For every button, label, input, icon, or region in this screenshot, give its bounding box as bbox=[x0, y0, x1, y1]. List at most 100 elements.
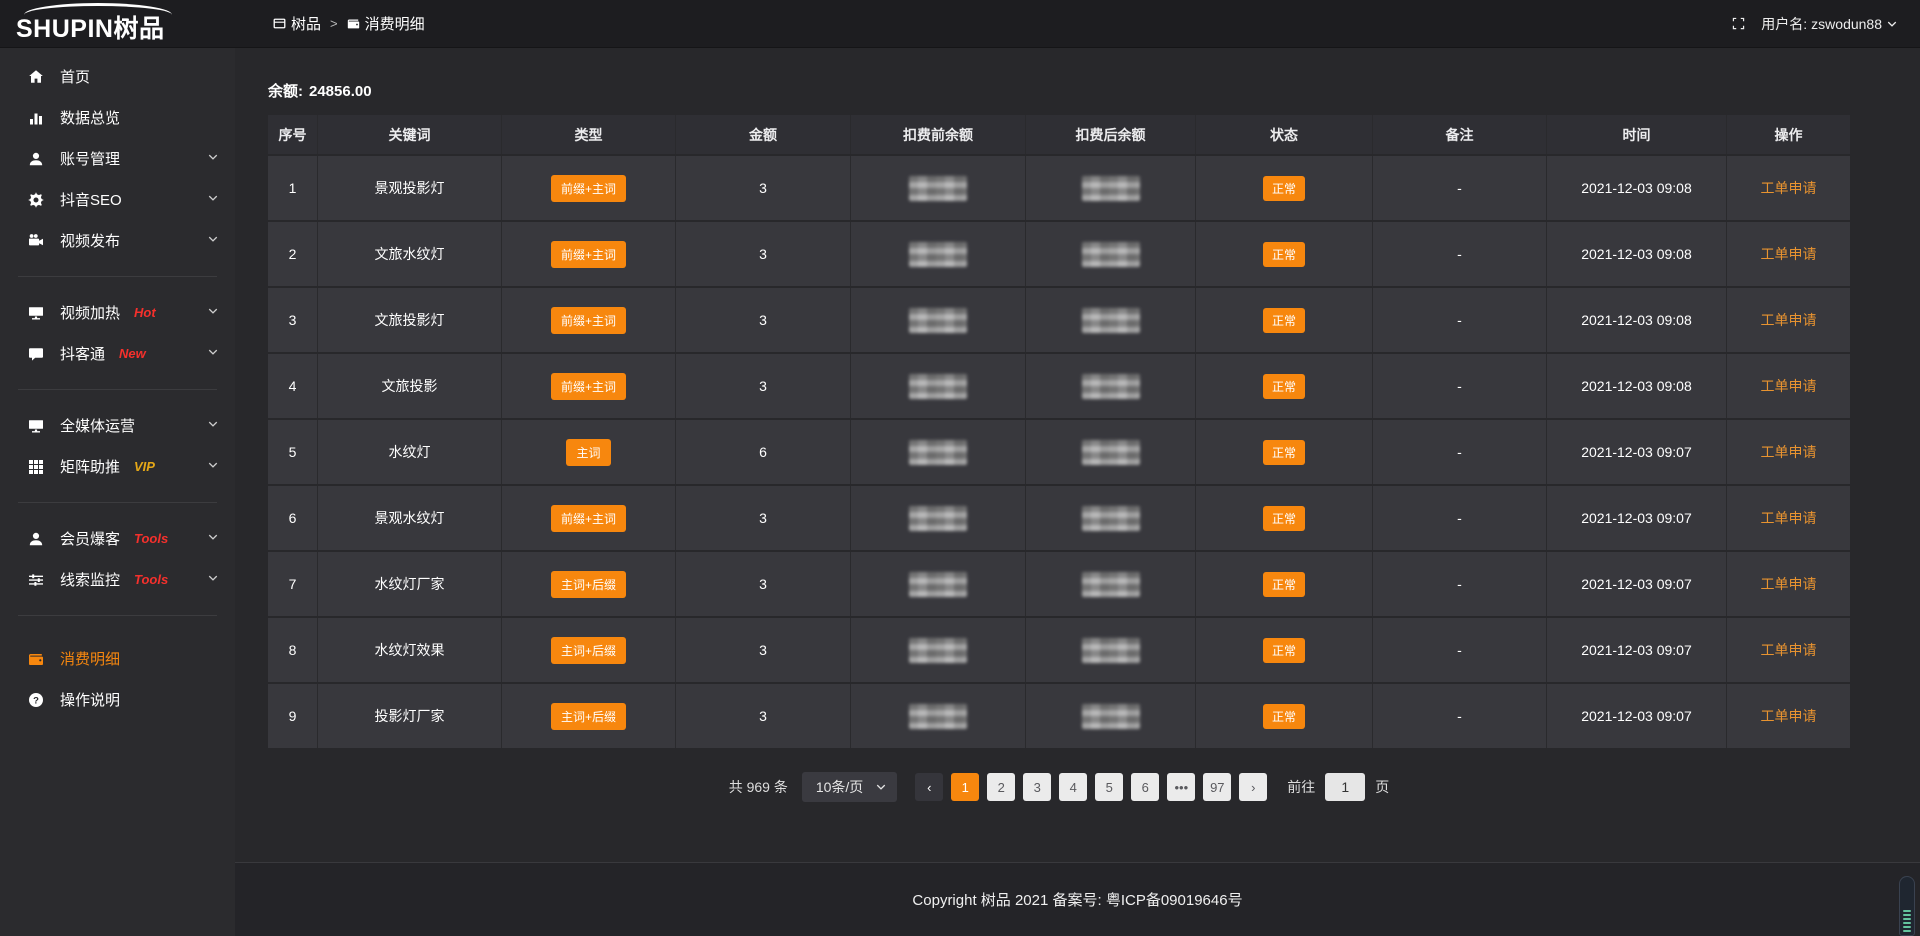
chevron-down-icon bbox=[207, 191, 219, 208]
action-link[interactable]: 工单申请 bbox=[1761, 640, 1817, 660]
action-link[interactable]: 工单申请 bbox=[1761, 442, 1817, 462]
sidebar-item-consumption-detail[interactable]: 消费明细 bbox=[0, 638, 235, 679]
sidebar-item-douyin-seo[interactable]: 抖音SEO bbox=[0, 179, 235, 220]
prev-page-button[interactable]: ‹ bbox=[915, 773, 943, 801]
masked-value bbox=[1082, 506, 1140, 531]
page-button-4[interactable]: 4 bbox=[1059, 773, 1087, 801]
cell-amount: 3 bbox=[676, 552, 851, 616]
masked-value bbox=[1082, 704, 1140, 729]
sidebar-item-doukertong[interactable]: 抖客通New bbox=[0, 333, 235, 374]
page-button-6[interactable]: 6 bbox=[1131, 773, 1159, 801]
action-link[interactable]: 工单申请 bbox=[1761, 244, 1817, 264]
status-badge: 正常 bbox=[1263, 572, 1305, 597]
status-badge: 正常 bbox=[1263, 242, 1305, 267]
sidebar-divider bbox=[18, 276, 217, 277]
sidebar-item-label: 消费明细 bbox=[60, 648, 120, 669]
action-link[interactable]: 工单申请 bbox=[1761, 574, 1817, 594]
column-header-7: 备注 bbox=[1373, 115, 1547, 154]
sidebar-item-account-management[interactable]: 账号管理 bbox=[0, 138, 235, 179]
breadcrumb-item[interactable]: 消费明细 bbox=[347, 13, 425, 34]
column-header-8: 时间 bbox=[1547, 115, 1727, 154]
sidebar-item-video-heating[interactable]: 视频加热Hot bbox=[0, 292, 235, 333]
cell-note: - bbox=[1373, 354, 1547, 418]
monitor-icon bbox=[28, 418, 45, 434]
page-size-select[interactable]: 10条/页 bbox=[802, 772, 897, 802]
type-badge-cell: 前缀+主词 bbox=[502, 288, 676, 352]
table-row: 9投影灯厂家主词+后缀3正常-2021-12-03 09:07工单申请 bbox=[268, 684, 1850, 748]
status-badge-cell: 正常 bbox=[1196, 618, 1373, 682]
chevron-down-icon bbox=[207, 345, 219, 362]
masked-balance-before bbox=[851, 486, 1026, 550]
breadcrumb-item[interactable]: 树品 bbox=[273, 13, 321, 34]
sidebar-item-data-overview[interactable]: 数据总览 bbox=[0, 97, 235, 138]
type-badge-cell: 主词+后缀 bbox=[502, 618, 676, 682]
action-cell: 工单申请 bbox=[1727, 552, 1850, 616]
page-button-5[interactable]: 5 bbox=[1095, 773, 1123, 801]
page-button-3[interactable]: 3 bbox=[1023, 773, 1051, 801]
masked-balance-after bbox=[1026, 156, 1196, 220]
fullscreen-icon[interactable] bbox=[1732, 17, 1745, 30]
pagination: 共 969 条10条/页‹123456•••97›前往页 bbox=[268, 772, 1850, 802]
action-link[interactable]: 工单申请 bbox=[1761, 178, 1817, 198]
cell-keyword: 水纹灯效果 bbox=[318, 618, 502, 682]
sidebar-item-operation-guide[interactable]: ?操作说明 bbox=[0, 679, 235, 720]
wallet-icon bbox=[347, 17, 360, 30]
column-header-1: 关键词 bbox=[318, 115, 502, 154]
action-link[interactable]: 工单申请 bbox=[1761, 376, 1817, 396]
table-body: 1景观投影灯前缀+主词3正常-2021-12-03 09:08工单申请2文旅水纹… bbox=[268, 156, 1850, 748]
question-icon: ? bbox=[28, 692, 45, 708]
chevron-down-icon bbox=[207, 458, 219, 475]
column-header-0: 序号 bbox=[268, 115, 318, 154]
sidebar-item-home[interactable]: 首页 bbox=[0, 56, 235, 97]
status-badge-cell: 正常 bbox=[1196, 354, 1373, 418]
masked-value bbox=[909, 572, 967, 597]
sidebar-item-badge: New bbox=[119, 346, 146, 361]
sidebar-item-matrix-boost[interactable]: 矩阵助推VIP bbox=[0, 446, 235, 487]
masked-value bbox=[1082, 440, 1140, 465]
cell-amount: 3 bbox=[676, 156, 851, 220]
masked-balance-before bbox=[851, 288, 1026, 352]
sidebar-item-label: 首页 bbox=[60, 66, 90, 87]
page-button-97[interactable]: 97 bbox=[1203, 773, 1231, 801]
cell-time: 2021-12-03 09:07 bbox=[1547, 618, 1727, 682]
action-link[interactable]: 工单申请 bbox=[1761, 706, 1817, 726]
cell-keyword: 景观水纹灯 bbox=[318, 486, 502, 550]
scroll-indicator-widget[interactable] bbox=[1899, 876, 1915, 936]
masked-balance-before bbox=[851, 156, 1026, 220]
consumption-table: 序号关键词类型金额扣费前余额扣费后余额状态备注时间操作 1景观投影灯前缀+主词3… bbox=[268, 115, 1850, 750]
cell-time: 2021-12-03 09:07 bbox=[1547, 486, 1727, 550]
page-button-1[interactable]: 1 bbox=[951, 773, 979, 801]
sidebar-item-omni-media[interactable]: 全媒体运营 bbox=[0, 405, 235, 446]
video-icon bbox=[28, 233, 45, 249]
action-link[interactable]: 工单申请 bbox=[1761, 310, 1817, 330]
sidebar-item-lead-monitor[interactable]: 线索监控 Tools bbox=[0, 559, 235, 600]
masked-value bbox=[909, 176, 967, 201]
table-row: 8水纹灯效果主词+后缀3正常-2021-12-03 09:07工单申请 bbox=[268, 618, 1850, 682]
user-menu[interactable]: 用户名: zswodun88 bbox=[1761, 14, 1898, 34]
type-badge-cell: 主词 bbox=[502, 420, 676, 484]
action-link[interactable]: 工单申请 bbox=[1761, 508, 1817, 528]
gear-icon bbox=[28, 192, 45, 208]
masked-value bbox=[909, 506, 967, 531]
page-ellipsis-button[interactable]: ••• bbox=[1167, 773, 1195, 801]
topbar-right: 用户名: zswodun88 bbox=[1732, 14, 1920, 34]
masked-value bbox=[909, 308, 967, 333]
action-cell: 工单申请 bbox=[1727, 288, 1850, 352]
next-page-button[interactable]: › bbox=[1239, 773, 1267, 801]
masked-balance-after bbox=[1026, 552, 1196, 616]
table-row: 3文旅投影灯前缀+主词3正常-2021-12-03 09:08工单申请 bbox=[268, 288, 1850, 352]
tv-icon bbox=[28, 305, 45, 321]
sidebar-item-member-burst[interactable]: 会员爆客Tools bbox=[0, 518, 235, 559]
sidebar-item-label: 线索监控 bbox=[60, 569, 120, 590]
status-badge: 正常 bbox=[1263, 440, 1305, 465]
grid-icon bbox=[28, 459, 45, 475]
status-badge-cell: 正常 bbox=[1196, 486, 1373, 550]
action-cell: 工单申请 bbox=[1727, 618, 1850, 682]
masked-balance-before bbox=[851, 354, 1026, 418]
masked-value bbox=[1082, 242, 1140, 267]
goto-page-input[interactable] bbox=[1325, 773, 1365, 801]
sidebar-item-video-publish[interactable]: 视频发布 bbox=[0, 220, 235, 261]
sidebar-item-badge: Tools bbox=[134, 572, 168, 587]
sidebar-item-badge: VIP bbox=[134, 459, 155, 474]
page-button-2[interactable]: 2 bbox=[987, 773, 1015, 801]
